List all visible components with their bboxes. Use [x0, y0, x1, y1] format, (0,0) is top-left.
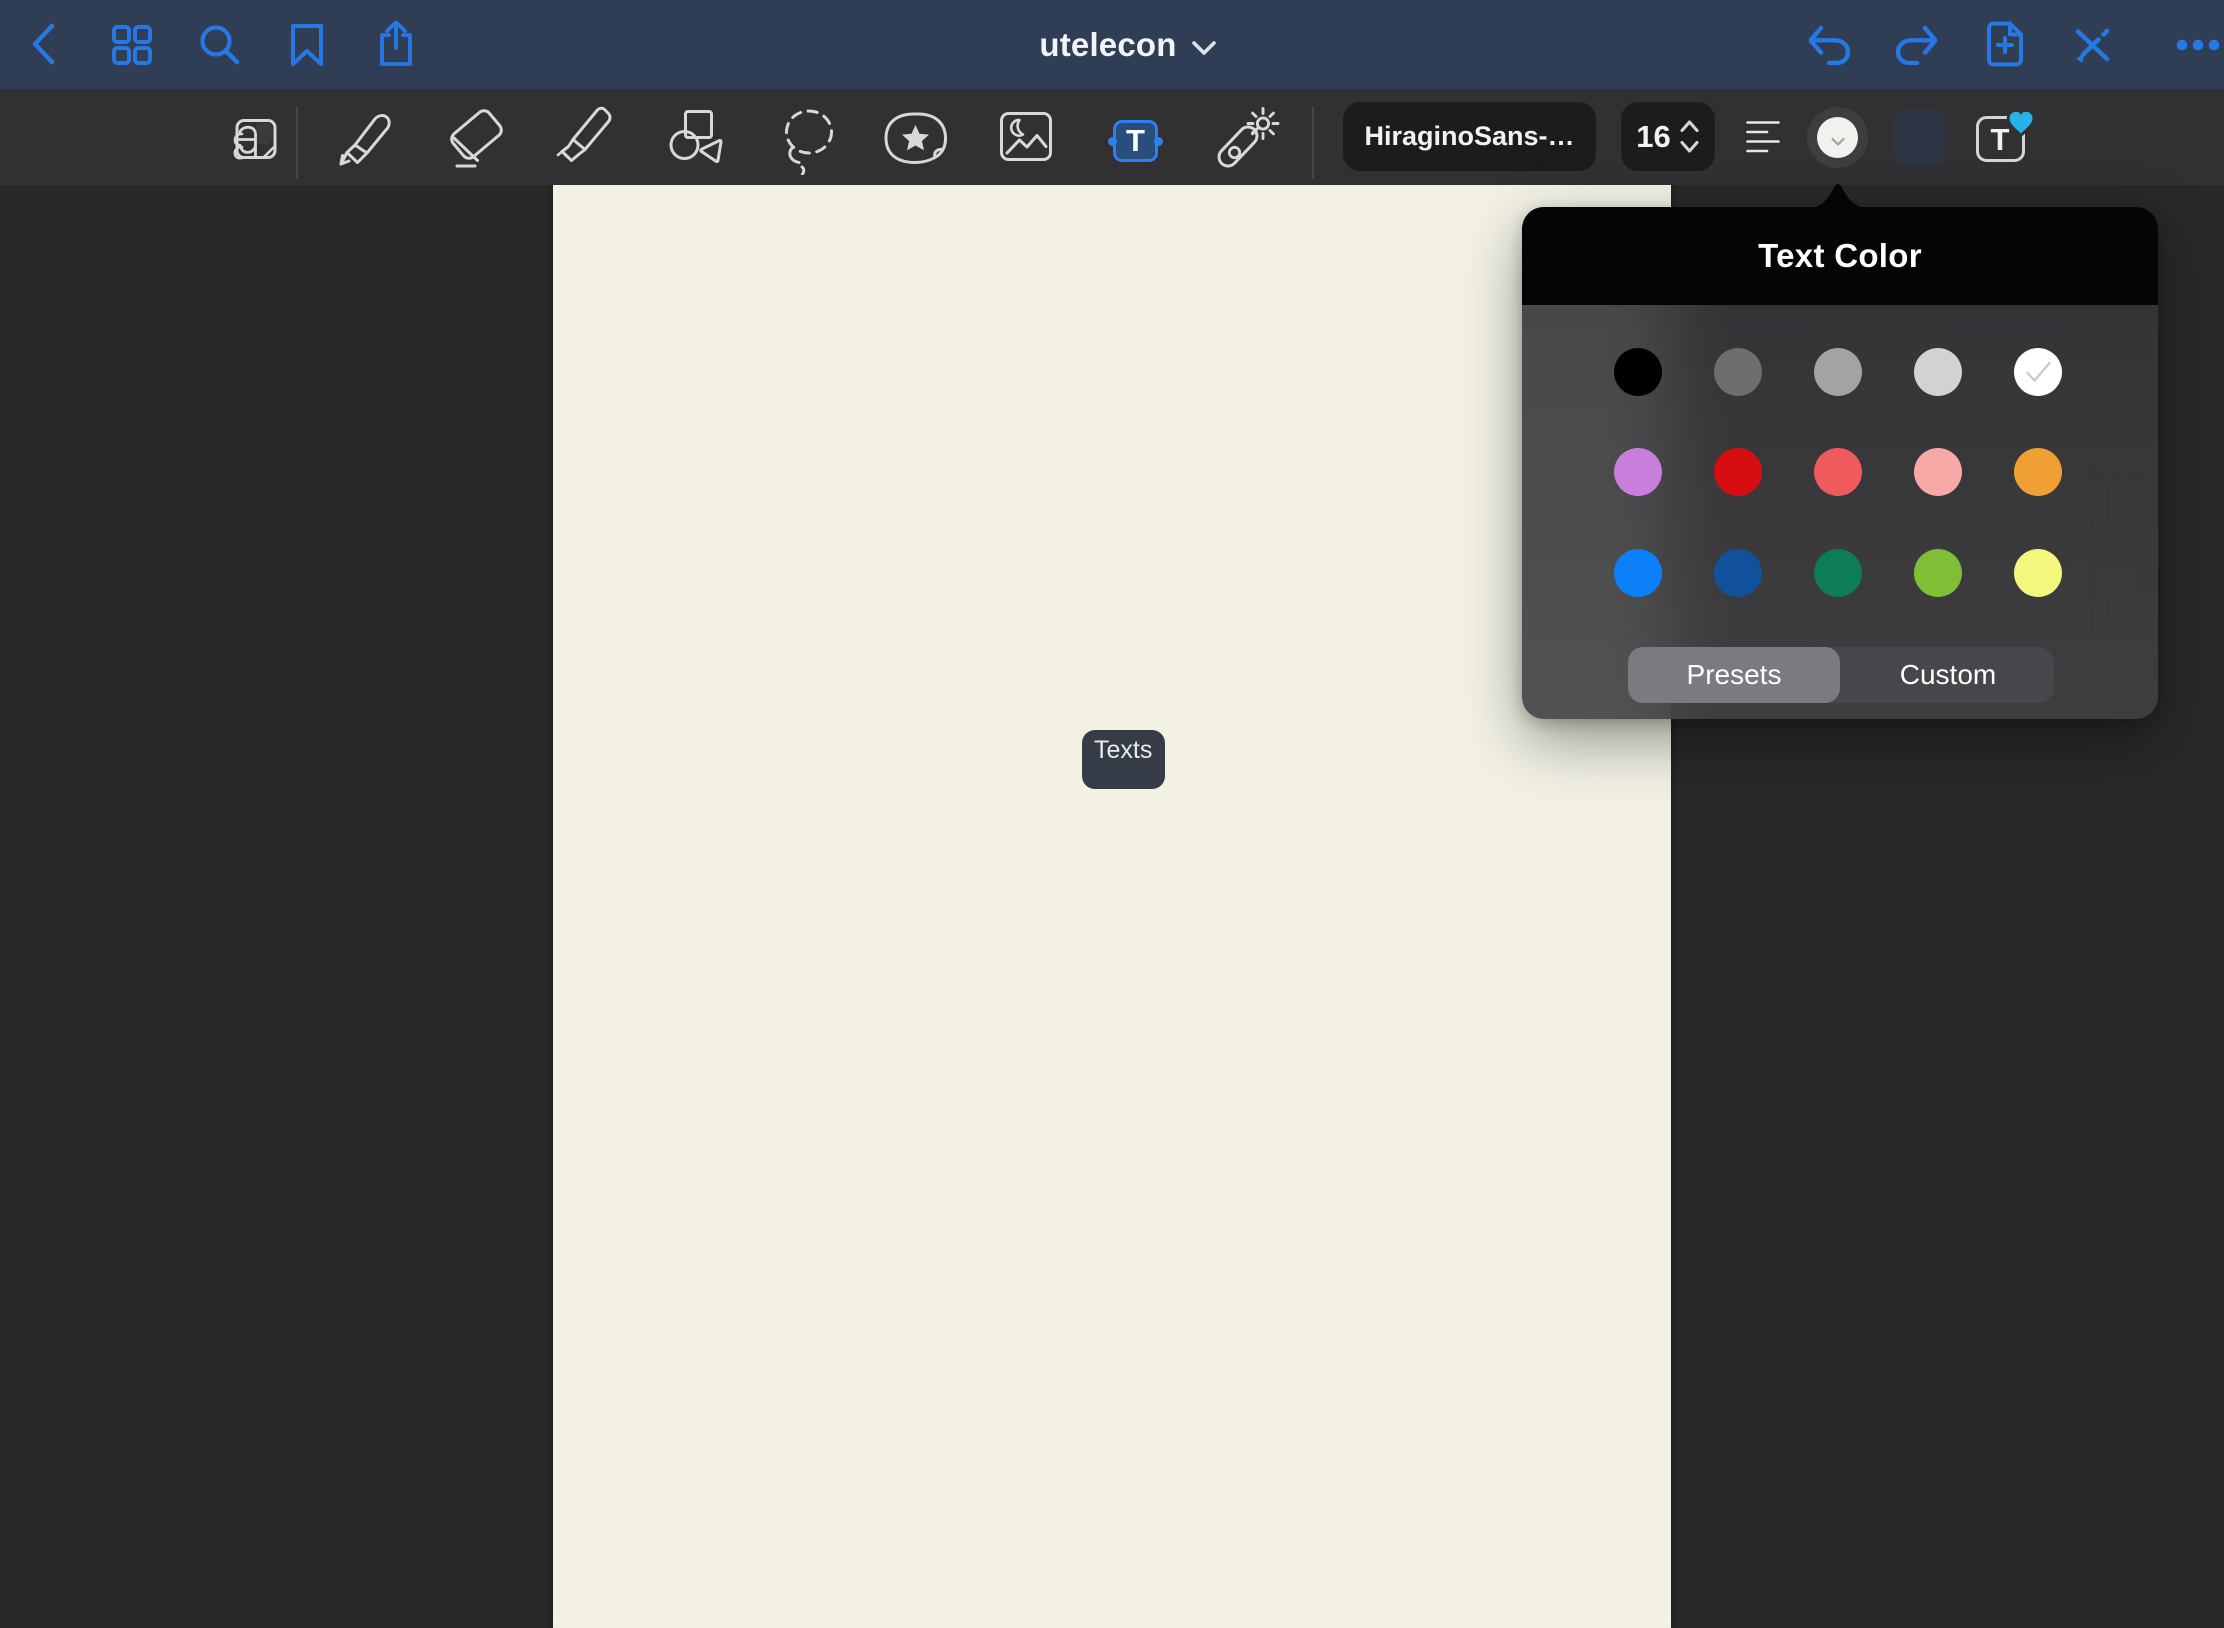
svg-text:T: T	[1991, 122, 2010, 157]
